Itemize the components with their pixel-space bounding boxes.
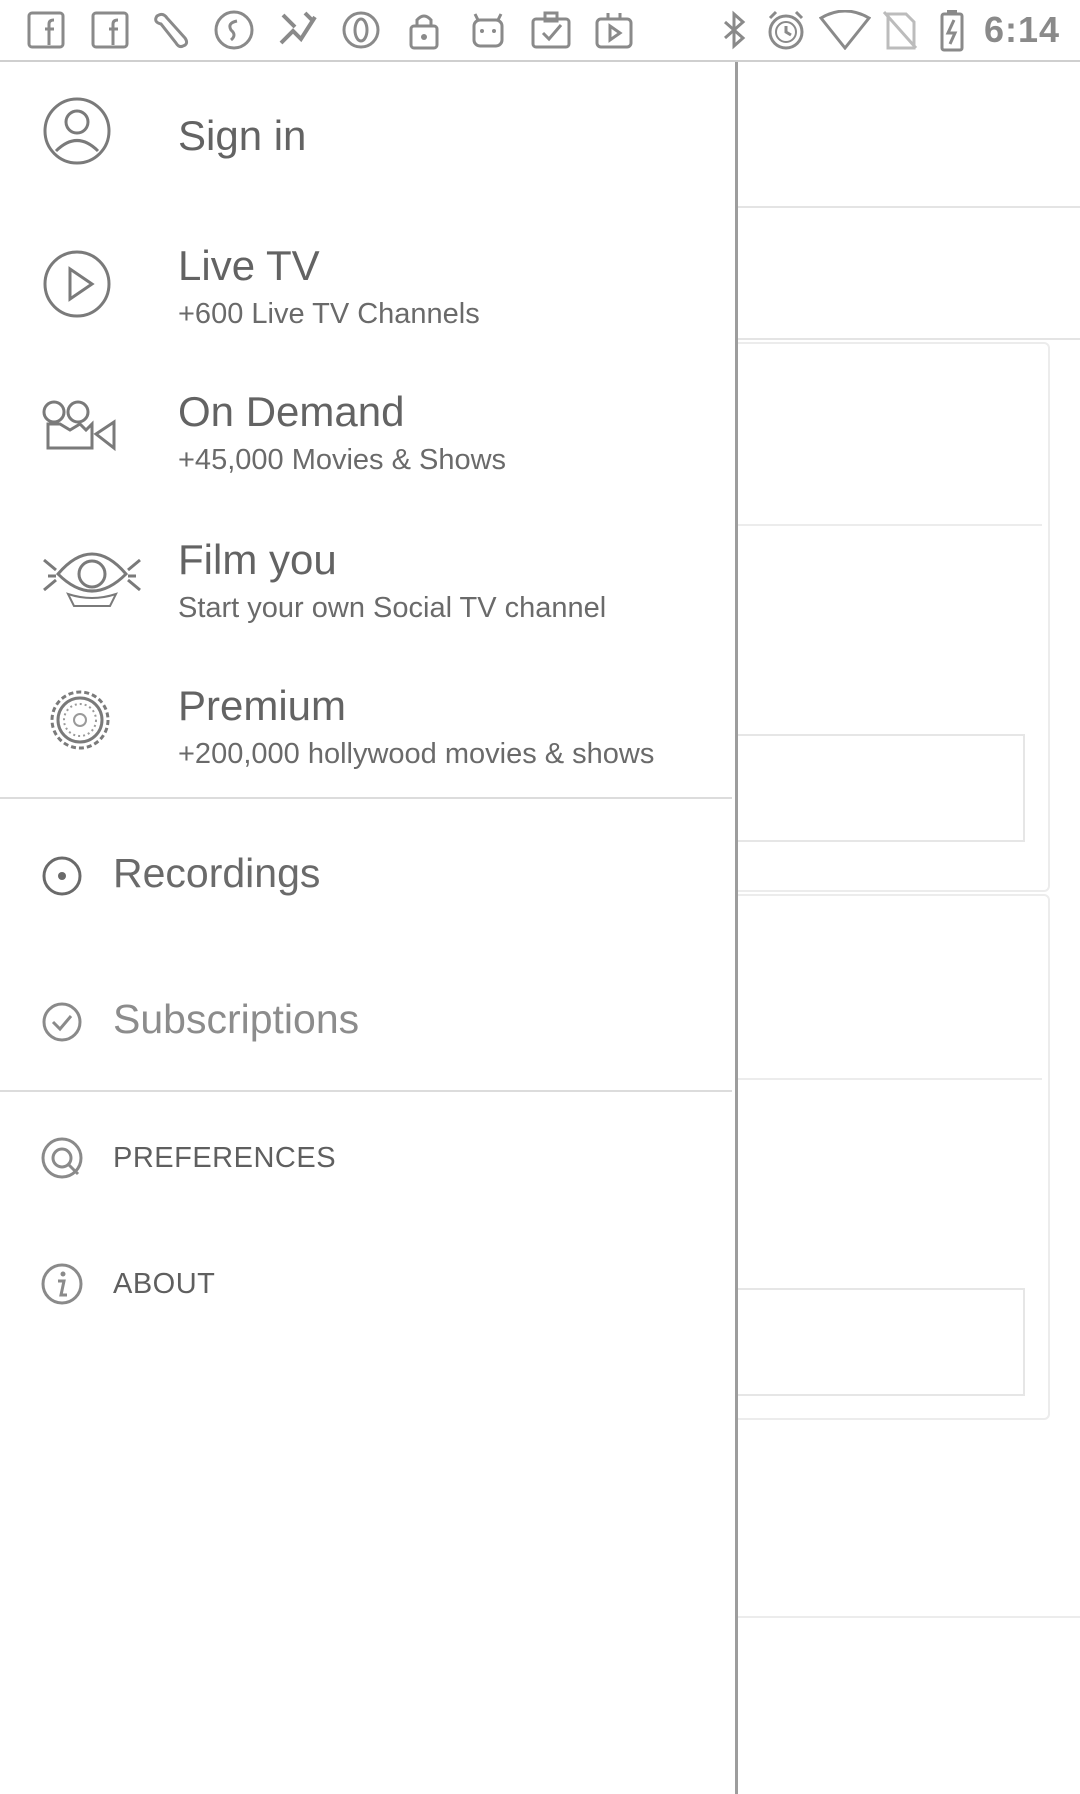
navigation-drawer: Sign in Live TV +600 Live TV Channels On… — [0, 62, 738, 1794]
background-box — [733, 734, 1025, 842]
drawer-item-title: Live TV — [178, 242, 320, 289]
drawer-item-title: Film you — [178, 536, 337, 583]
sports-icon — [274, 10, 322, 50]
preferences-icon — [40, 1136, 84, 1185]
drawer-item-subscriptions[interactable]: Subscriptions — [0, 968, 735, 1078]
drawer-item-title: PREFERENCES — [113, 1142, 337, 1174]
status-bar: 6:14 — [0, 0, 1080, 62]
background-divider — [737, 524, 1042, 526]
background-divider — [737, 206, 1080, 208]
wifi-icon — [818, 10, 872, 50]
drawer-item-title: Recordings — [113, 850, 321, 896]
drawer-item-recordings[interactable]: Recordings — [0, 822, 735, 932]
eye-camera-icon — [40, 538, 144, 613]
drawer-item-film-you[interactable]: Film you Start your own Social TV channe… — [0, 516, 735, 652]
battery-charging-icon — [936, 10, 968, 52]
no-sim-icon — [880, 10, 920, 50]
record-icon — [42, 856, 82, 901]
drawer-item-live-tv[interactable]: Live TV +600 Live TV Channels — [0, 222, 735, 358]
background-box — [733, 1288, 1025, 1396]
background-divider — [737, 1078, 1042, 1080]
background-content — [733, 62, 1080, 1794]
sign-in-label: Sign in — [178, 112, 307, 159]
drawer-item-about[interactable]: ABOUT — [0, 1238, 735, 1334]
background-divider — [737, 1616, 1080, 1618]
drawer-item-title: Premium — [178, 682, 347, 729]
section-divider — [0, 797, 732, 799]
info-icon — [40, 1262, 84, 1311]
android-icon — [466, 10, 510, 50]
clock-time: 6:14 — [983, 9, 1060, 50]
play-store-icon — [592, 10, 636, 50]
drawer-item-title: Subscriptions — [113, 996, 360, 1042]
drawer-item-subtitle: +200,000 hollywood movies & shows — [178, 738, 655, 770]
bluetooth-icon — [716, 10, 752, 50]
facebook-icon — [90, 10, 130, 50]
clipboard-check-icon — [528, 10, 574, 50]
opera-icon — [340, 10, 382, 50]
video-camera-icon — [42, 398, 118, 463]
wrench-icon — [148, 10, 194, 50]
drawer-item-subtitle: +600 Live TV Channels — [178, 298, 480, 330]
drawer-item-title: ABOUT — [113, 1268, 216, 1300]
premium-badge-icon — [48, 688, 112, 757]
drawer-item-preferences[interactable]: PREFERENCES — [0, 1112, 735, 1208]
facebook-icon — [26, 10, 66, 50]
drawer-item-subtitle: +45,000 Movies & Shows — [178, 444, 507, 476]
user-icon — [42, 96, 112, 171]
drawer-item-subtitle: Start your own Social TV channel — [178, 592, 607, 624]
section-divider — [0, 1090, 732, 1092]
shazam-icon — [212, 10, 256, 50]
alarm-icon — [764, 10, 808, 50]
sign-in-item[interactable]: Sign in — [0, 82, 735, 198]
play-circle-icon — [42, 249, 112, 324]
check-circle-icon — [42, 1002, 82, 1047]
drawer-item-title: On Demand — [178, 388, 405, 435]
drawer-item-premium[interactable]: Premium +200,000 hollywood movies & show… — [0, 662, 735, 798]
lock-icon — [404, 10, 444, 50]
background-divider — [737, 338, 1080, 340]
drawer-item-on-demand[interactable]: On Demand +45,000 Movies & Shows — [0, 368, 735, 504]
